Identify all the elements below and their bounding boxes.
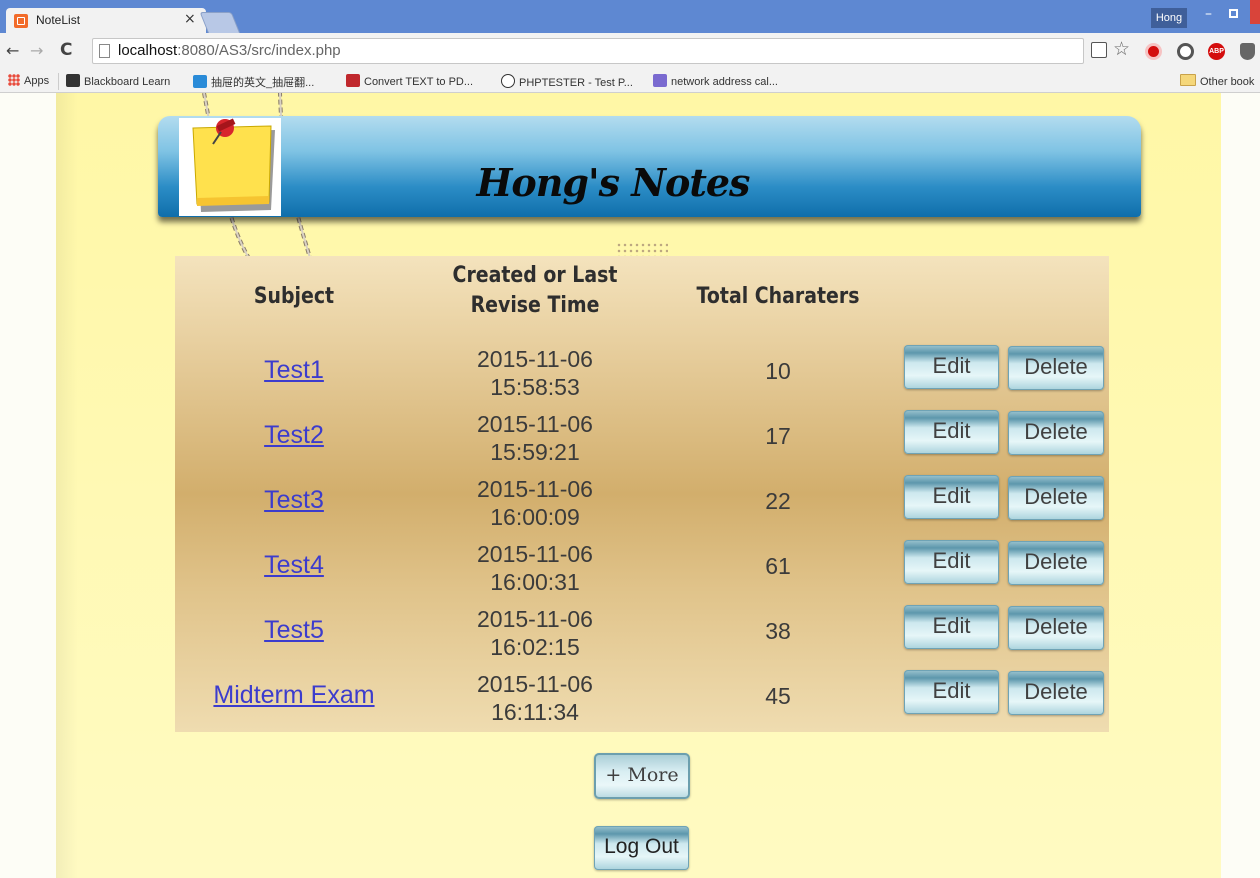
note-subject-link[interactable]: Test1 [174,356,414,385]
column-header-chars: Total Charaters [696,284,860,309]
more-button[interactable]: + More [594,753,690,799]
browser-toolbar: ← → C localhost:8080/AS3/src/index.php ☆… [0,33,1260,71]
address-bar[interactable]: localhost:8080/AS3/src/index.php [92,38,1084,64]
column-header-time: Created or Last Revise Time [452,263,618,318]
url-text[interactable]: localhost:8080/AS3/src/index.php [118,42,341,59]
tab-title: NoteList [36,13,81,27]
bookmark-blackboard[interactable]: Blackboard Learn [66,74,170,88]
note-char-count: 10 [765,358,791,384]
note-char-count: 38 [765,618,791,644]
folder-icon [1180,74,1196,86]
bookmark-separator [58,73,59,90]
restore-icon[interactable] [1229,9,1238,18]
note-time: 2015-11-06 16:11:34 [477,671,593,725]
apps-grid-icon [8,74,20,86]
extension-block-icon[interactable] [1177,43,1194,60]
delete-button[interactable]: Delete [1008,606,1104,650]
bookmark-convert-text[interactable]: Convert TEXT to PD... [346,74,473,88]
note-subject-link[interactable]: Midterm Exam [174,681,414,710]
note-time: 2015-11-06 16:02:15 [477,606,593,660]
blackboard-icon [66,74,80,87]
bookmark-apps[interactable]: Apps [8,74,49,87]
xampp-favicon-icon [14,14,28,28]
note-subject-link[interactable]: Test3 [174,486,414,515]
note-time: 2015-11-06 16:00:31 [477,541,593,595]
forward-arrow-icon[interactable]: → [30,41,43,60]
extension-shield-icon[interactable] [1240,43,1255,60]
note-char-count: 22 [765,488,791,514]
delete-button[interactable]: Delete [1008,671,1104,715]
note-subject-link[interactable]: Test5 [174,616,414,645]
note-time: 2015-11-06 15:58:53 [477,346,593,400]
note-char-count: 61 [765,553,791,579]
network-calc-icon [653,74,667,87]
browser-titlebar: NoteList × Hong – [0,0,1260,34]
tab-close-icon[interactable]: × [184,11,196,27]
bookmark-network-calc[interactable]: network address cal... [653,74,778,88]
extension-record-icon[interactable] [1145,43,1162,60]
dictionary-icon [193,75,207,88]
edit-button[interactable]: Edit [904,410,999,454]
delete-button[interactable]: Delete [1008,346,1104,390]
dotted-decoration [616,242,668,256]
bookmark-dictionary[interactable]: 抽屉的英文_抽屉翻... [193,74,314,90]
profile-button[interactable]: Hong [1151,8,1187,28]
delete-button[interactable]: Delete [1008,411,1104,455]
edit-button[interactable]: Edit [904,670,999,714]
header-banner: Hong's Notes [158,116,1141,217]
logout-button[interactable]: Log Out [594,826,689,870]
page-icon [99,44,110,58]
pdf-icon [346,74,360,87]
bookmarks-bar: Apps Blackboard Learn 抽屉的英文_抽屉翻... Conve… [0,71,1260,93]
close-window-icon[interactable] [1250,0,1260,24]
delete-button[interactable]: Delete [1008,476,1104,520]
minimize-icon[interactable]: – [1205,6,1212,22]
extension-m-icon[interactable] [1091,42,1107,58]
bookmark-star-icon[interactable]: ☆ [1113,38,1130,60]
other-bookmarks[interactable]: Other book [1180,74,1254,88]
note-char-count: 45 [765,683,791,709]
note-char-count: 17 [765,423,791,449]
back-arrow-icon[interactable]: ← [6,41,19,60]
column-header-subject: Subject [253,284,335,309]
note-time: 2015-11-06 15:59:21 [477,411,593,465]
note-time: 2015-11-06 16:00:09 [477,476,593,530]
phptester-icon [501,74,515,88]
note-subject-link[interactable]: Test4 [174,551,414,580]
edit-button[interactable]: Edit [904,540,999,584]
page-viewport: Hong's Notes Subject Created or Last Rev… [0,93,1260,878]
edit-button[interactable]: Edit [904,475,999,519]
edit-button[interactable]: Edit [904,345,999,389]
reload-icon[interactable]: C [60,40,72,60]
edit-button[interactable]: Edit [904,605,999,649]
note-subject-link[interactable]: Test2 [174,421,414,450]
browser-tab[interactable]: NoteList × [6,8,206,34]
adblock-icon[interactable]: ABP [1208,43,1225,60]
page-title: Hong's Notes [476,160,751,205]
bookmark-phptester[interactable]: PHPTESTER - Test P... [501,74,633,89]
delete-button[interactable]: Delete [1008,541,1104,585]
